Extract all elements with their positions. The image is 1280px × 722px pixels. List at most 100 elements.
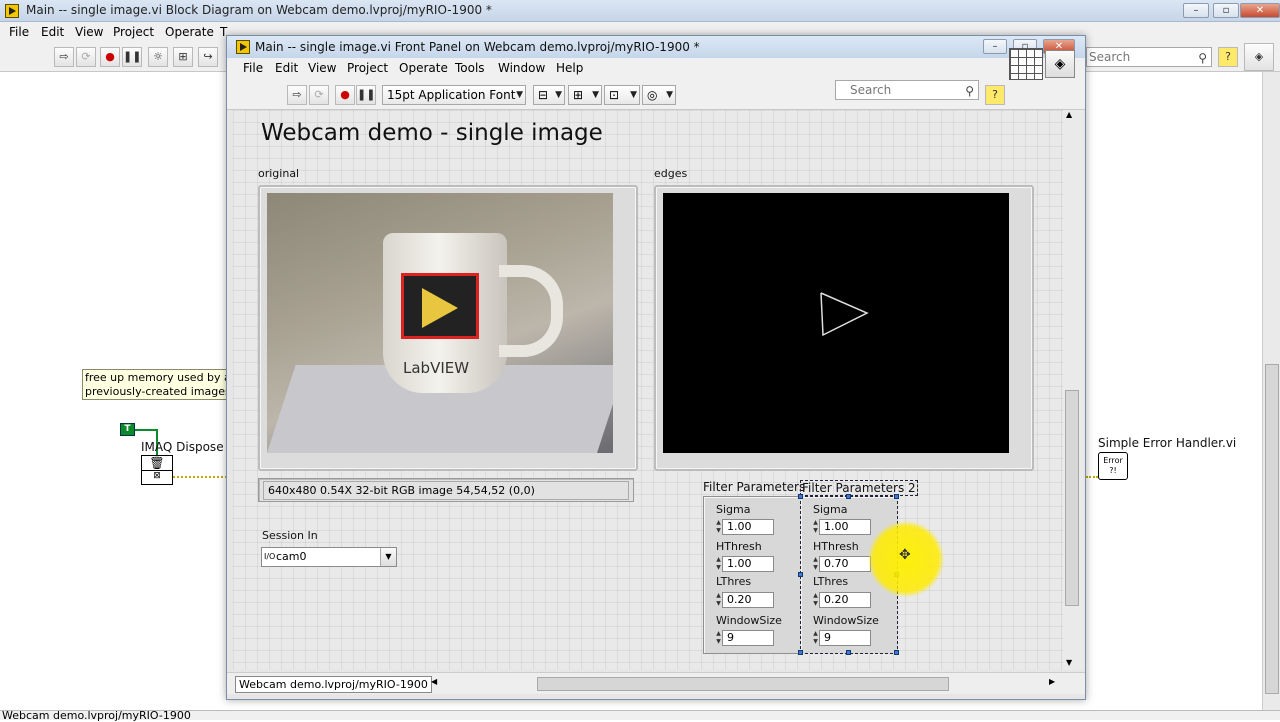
maximize-button[interactable]: ▫ — [1213, 3, 1239, 18]
session-in-value: cam0 — [276, 550, 307, 563]
vi-connector-icon[interactable]: ◈ — [1244, 43, 1274, 71]
chevron-down-icon: ▼ — [516, 90, 523, 100]
resize-handle[interactable] — [798, 494, 803, 499]
lightbulb-icon[interactable]: ☼ — [148, 47, 168, 67]
abort-icon[interactable]: ● — [100, 47, 120, 67]
fp-menu-operate[interactable]: Operate — [399, 61, 448, 75]
menu-project[interactable]: Project — [113, 25, 154, 39]
fp-menu-edit[interactable]: Edit — [275, 61, 298, 75]
fp-pause-icon[interactable]: ❚❚ — [356, 85, 376, 105]
resize-handle[interactable] — [798, 650, 803, 655]
menu-file[interactable]: File — [9, 25, 29, 39]
block-diagram-titlebar: Main -- single image.vi Block Diagram on… — [0, 0, 1280, 22]
free-memory-comment[interactable]: free up memory used by ar previously-cre… — [82, 369, 232, 400]
font-dropdown[interactable]: 15pt Application Font ▼ — [382, 85, 526, 105]
close-button[interactable]: ✕ — [1240, 3, 1280, 18]
sigma-stepper[interactable]: ▲ ▼ — [715, 519, 722, 535]
fp-vertical-scrollbar[interactable]: ▲ ▼ — [1063, 110, 1083, 670]
run-continuous-icon[interactable]: ⟳ — [76, 47, 96, 67]
imaq-dispose-node[interactable]: 🗑 ⊠ — [141, 455, 173, 485]
fp-project-label[interactable]: Webcam demo.lvproj/myRIO-1900 — [235, 676, 432, 693]
fp-menu-project[interactable]: Project — [347, 61, 388, 75]
fp-menu-help[interactable]: Help — [556, 61, 583, 75]
run-arrow-icon[interactable]: ⇨ — [54, 47, 74, 67]
hthresh-input[interactable]: 1.00 — [722, 556, 774, 572]
fp-menu-window[interactable]: Window — [498, 61, 545, 75]
fp-run-continuous-icon[interactable]: ⟳ — [309, 85, 329, 105]
scroll-up-icon[interactable]: ▲ — [1066, 110, 1072, 119]
vi-icon — [5, 4, 19, 18]
sigma-input[interactable]: 1.00 — [722, 519, 774, 535]
sigma-2-input[interactable]: 1.00 — [819, 519, 871, 535]
sigma-2-stepper[interactable]: ▲ ▼ — [812, 519, 819, 535]
vi-icon-editor-icon[interactable]: ◈ — [1045, 50, 1075, 78]
bd-project-label[interactable]: Webcam demo.lvproj/myRIO-1900 — [2, 709, 191, 722]
error-wire-left[interactable] — [173, 476, 227, 478]
reorder-icon: ◎ — [647, 88, 658, 102]
menu-view[interactable]: View — [75, 25, 103, 39]
error-cluster-icon: ⊠ — [142, 470, 172, 481]
distribute-objects-dropdown[interactable]: ⊞ ▼ — [568, 85, 602, 105]
windowsize-label: WindowSize — [716, 614, 782, 627]
mug-shape: LabVIEW — [383, 233, 507, 393]
context-help-icon[interactable]: ? — [1218, 47, 1238, 67]
windowsize-2-input[interactable]: 9 — [819, 630, 871, 646]
font-dropdown-label: 15pt Application Font — [387, 88, 516, 102]
resize-handle[interactable] — [894, 494, 899, 499]
bd-vertical-scrollbar[interactable] — [1262, 72, 1280, 710]
error-handler-node[interactable]: Error ?! — [1098, 452, 1128, 480]
mug-logo-text: LabVIEW — [403, 359, 470, 377]
step-into-icon[interactable]: ↪ — [198, 47, 218, 67]
error-wire-right[interactable] — [1086, 476, 1098, 478]
lthres-2-stepper[interactable]: ▲ ▼ — [812, 592, 819, 608]
resize-handle[interactable] — [846, 650, 851, 655]
chevron-down-icon: ▼ — [630, 90, 637, 100]
hthresh-2-stepper[interactable]: ▲ ▼ — [812, 556, 819, 572]
fp-search-input[interactable]: Search ⚲ — [835, 80, 979, 100]
scroll-right-icon[interactable]: ▶ — [1049, 677, 1055, 686]
fp-menu-view[interactable]: View — [308, 61, 336, 75]
align-objects-dropdown[interactable]: ⊟ ▼ — [533, 85, 565, 105]
bd-vscroll-thumb[interactable] — [1265, 364, 1279, 694]
windowsize-2-stepper[interactable]: ▲ ▼ — [812, 630, 819, 646]
fp-minimize-button[interactable]: – — [983, 39, 1007, 54]
fp-run-arrow-icon[interactable]: ⇨ — [287, 85, 307, 105]
filter-parameters-cluster[interactable]: Sigma ▲ ▼ 1.00 HThresh ▲ ▼ 1.00 LThres ▲ ▼ … — [703, 496, 801, 654]
vi-icon — [236, 40, 250, 54]
reorder-dropdown[interactable]: ◎ ▼ — [642, 85, 676, 105]
pause-icon[interactable]: ❚❚ — [122, 47, 142, 67]
fp-context-help-icon[interactable]: ? — [985, 85, 1005, 105]
true-constant[interactable]: T — [120, 423, 135, 436]
chevron-down-icon[interactable]: ▼ — [380, 548, 396, 566]
fp-hscroll-thumb[interactable] — [537, 677, 949, 691]
fp-abort-icon[interactable]: ● — [335, 85, 355, 105]
resize-handle[interactable] — [846, 494, 851, 499]
edges-image-display[interactable] — [654, 185, 1034, 471]
connector-pane-icon[interactable] — [1009, 48, 1043, 80]
scroll-down-icon[interactable]: ▼ — [1066, 658, 1072, 667]
fp-menu-file[interactable]: File — [243, 61, 263, 75]
session-in-control[interactable]: I/O cam0 ▼ — [261, 547, 397, 567]
scroll-left-icon[interactable]: ◀ — [431, 677, 437, 686]
resize-handle[interactable] — [894, 650, 899, 655]
fp-menu-tools[interactable]: Tools — [455, 61, 485, 75]
lthres-2-input[interactable]: 0.20 — [819, 592, 871, 608]
resize-objects-dropdown[interactable]: ⊡ ▼ — [604, 85, 640, 105]
original-image-display[interactable]: LabVIEW — [258, 185, 638, 471]
fp-vscroll-thumb[interactable] — [1065, 390, 1079, 606]
front-panel-canvas[interactable]: Webcam demo - single image original LabV… — [233, 110, 1071, 670]
resize-handle[interactable] — [798, 572, 803, 577]
windowsize-input[interactable]: 9 — [722, 630, 774, 646]
bool-wire[interactable] — [135, 429, 157, 431]
retain-wire-values-icon[interactable]: ⊞ — [173, 47, 193, 67]
hthresh-stepper[interactable]: ▲ ▼ — [715, 556, 722, 572]
lthres-input[interactable]: 0.20 — [722, 592, 774, 608]
front-panel-menubar: File Edit View Project Operate Tools Win… — [227, 48, 1085, 80]
menu-edit[interactable]: Edit — [41, 25, 64, 39]
lthres-stepper[interactable]: ▲ ▼ — [715, 592, 722, 608]
hthresh-2-input[interactable]: 0.70 — [819, 556, 871, 572]
windowsize-stepper[interactable]: ▲ ▼ — [715, 630, 722, 646]
minimize-button[interactable]: – — [1183, 3, 1209, 18]
menu-operate[interactable]: Operate — [165, 25, 214, 39]
bd-search-input[interactable]: Search ⚲ — [1086, 47, 1212, 67]
